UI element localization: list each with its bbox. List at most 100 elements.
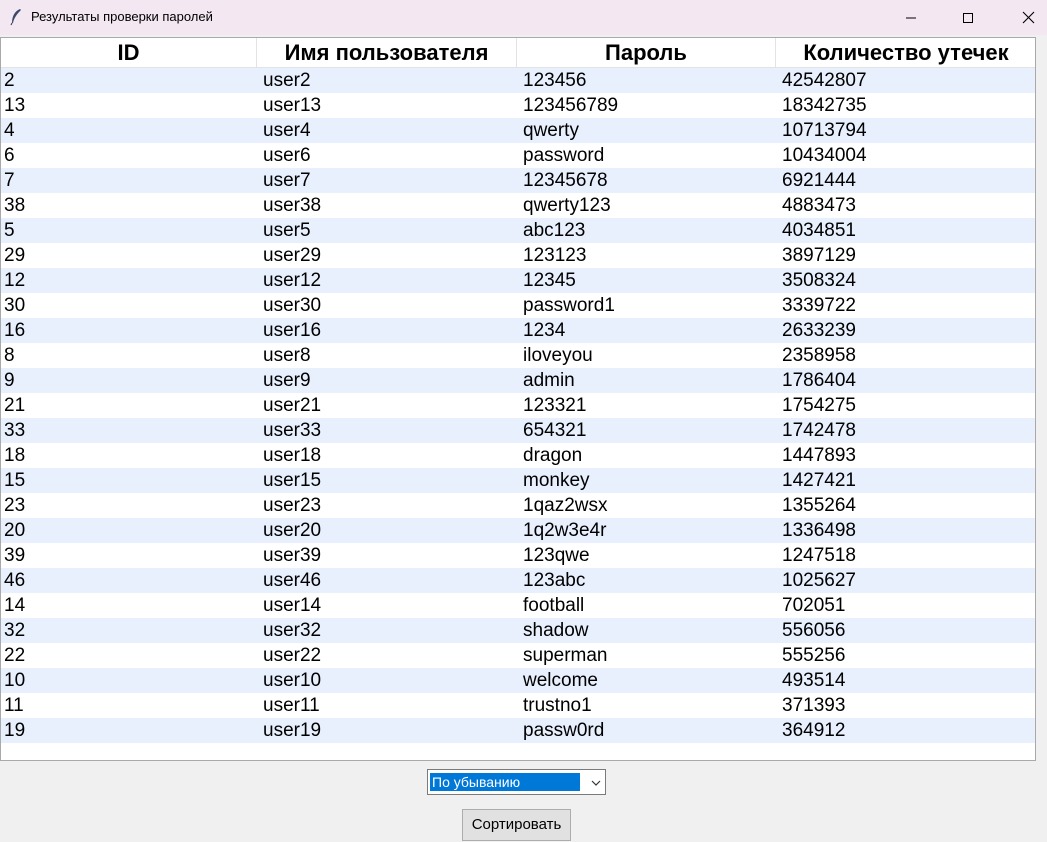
minimize-button[interactable] [888, 0, 934, 35]
vertical-scrollbar[interactable] [1036, 37, 1047, 761]
table-row[interactable]: 13 user13 123456789 18342735 [1, 93, 1035, 118]
cell-leak-count: 1754275 [782, 395, 856, 416]
column-header-username[interactable]: Имя пользователя [257, 38, 517, 68]
cell-leak-count: 4883473 [782, 195, 856, 216]
sort-order-select[interactable]: По убыванию [427, 769, 606, 795]
table-row[interactable]: 18 user18 dragon 1447893 [1, 443, 1035, 468]
cell-id: 32 [4, 620, 26, 641]
cell-username: user8 [263, 345, 311, 366]
cell-username: user30 [263, 295, 322, 316]
cell-id: 8 [4, 345, 15, 366]
cell-id: 22 [4, 645, 26, 666]
table-row[interactable]: 33 user33 654321 1742478 [1, 418, 1035, 443]
cell-username: user2 [263, 70, 311, 91]
table-row[interactable]: 14 user14 football 702051 [1, 593, 1035, 618]
cell-password: 123456 [523, 70, 587, 91]
cell-leak-count: 3339722 [782, 295, 856, 316]
cell-username: user6 [263, 145, 311, 166]
cell-password: superman [523, 645, 608, 666]
table-row[interactable]: 2 user2 123456 42542807 [1, 68, 1035, 93]
cell-leak-count: 556056 [782, 620, 846, 641]
table-row[interactable]: 39 user39 123qwe 1247518 [1, 543, 1035, 568]
chevron-down-icon[interactable] [590, 776, 602, 794]
cell-username: user7 [263, 170, 311, 191]
table-row[interactable]: 9 user9 admin 1786404 [1, 368, 1035, 393]
table-row[interactable]: 5 user5 abc123 4034851 [1, 218, 1035, 243]
cell-leak-count: 6921444 [782, 170, 856, 191]
cell-leak-count: 1786404 [782, 370, 856, 391]
cell-password: 1qaz2wsx [523, 495, 608, 516]
column-header-password[interactable]: Пароль [517, 38, 776, 68]
maximize-button[interactable] [945, 0, 991, 35]
table-row[interactable]: 46 user46 123abc 1025627 [1, 568, 1035, 593]
cell-leak-count: 4034851 [782, 220, 856, 241]
table-row[interactable]: 7 user7 12345678 6921444 [1, 168, 1035, 193]
cell-leak-count: 10713794 [782, 120, 867, 141]
cell-id: 18 [4, 445, 26, 466]
table-row[interactable]: 8 user8 iloveyou 2358958 [1, 343, 1035, 368]
cell-leak-count: 1247518 [782, 545, 856, 566]
window-title: Результаты проверки паролей [31, 9, 213, 24]
table-row[interactable]: 30 user30 password1 3339722 [1, 293, 1035, 318]
cell-password: dragon [523, 445, 583, 466]
table-row[interactable]: 16 user16 1234 2633239 [1, 318, 1035, 343]
cell-username: user12 [263, 270, 322, 291]
cell-username: user21 [263, 395, 322, 416]
table-row[interactable]: 23 user23 1qaz2wsx 1355264 [1, 493, 1035, 518]
cell-leak-count: 2358958 [782, 345, 856, 366]
cell-leak-count: 1447893 [782, 445, 856, 466]
column-header-id[interactable]: ID [1, 38, 257, 68]
cell-username: user46 [263, 570, 322, 591]
close-button[interactable] [1005, 0, 1047, 35]
cell-password: password1 [523, 295, 615, 316]
table-row[interactable]: 21 user21 123321 1754275 [1, 393, 1035, 418]
sort-button[interactable]: Сортировать [462, 809, 571, 841]
cell-leak-count: 3897129 [782, 245, 856, 266]
title-bar: Результаты проверки паролей [0, 0, 1047, 35]
cell-id: 33 [4, 420, 26, 441]
cell-id: 11 [4, 695, 24, 716]
table-row[interactable]: 22 user22 superman 555256 [1, 643, 1035, 668]
cell-id: 23 [4, 495, 26, 516]
table-row[interactable]: 19 user19 passw0rd 364912 [1, 718, 1035, 743]
cell-leak-count: 1336498 [782, 520, 856, 541]
sort-order-value: По убыванию [430, 773, 580, 791]
cell-password: 1q2w3e4r [523, 520, 607, 541]
table-row[interactable]: 12 user12 12345 3508324 [1, 268, 1035, 293]
cell-username: user23 [263, 495, 322, 516]
table-row[interactable]: 32 user32 shadow 556056 [1, 618, 1035, 643]
cell-password: 123abc [523, 570, 586, 591]
cell-id: 6 [4, 145, 15, 166]
results-table[interactable]: ID Имя пользователя Пароль Количество ут… [0, 37, 1036, 761]
cell-password: shadow [523, 620, 589, 641]
cell-id: 9 [4, 370, 15, 391]
cell-leak-count: 371393 [782, 695, 846, 716]
cell-password: qwerty123 [523, 195, 611, 216]
cell-id: 30 [4, 295, 26, 316]
cell-id: 10 [4, 670, 26, 691]
minimize-icon [906, 17, 916, 18]
cell-username: user33 [263, 420, 322, 441]
cell-username: user29 [263, 245, 322, 266]
table-row[interactable]: 38 user38 qwerty123 4883473 [1, 193, 1035, 218]
table-row[interactable]: 11 user11 trustno1 371393 [1, 693, 1035, 718]
table-row[interactable]: 29 user29 123123 3897129 [1, 243, 1035, 268]
table-row[interactable]: 10 user10 welcome 493514 [1, 668, 1035, 693]
table-row[interactable]: 15 user15 monkey 1427421 [1, 468, 1035, 493]
cell-id: 29 [4, 245, 26, 266]
cell-password: 123321 [523, 395, 587, 416]
cell-leak-count: 2633239 [782, 320, 856, 341]
table-row[interactable]: 20 user20 1q2w3e4r 1336498 [1, 518, 1035, 543]
table-row[interactable]: 6 user6 password 10434004 [1, 143, 1035, 168]
cell-password: 1234 [523, 320, 566, 341]
cell-username: user4 [263, 120, 311, 141]
cell-leak-count: 10434004 [782, 145, 867, 166]
cell-id: 12 [4, 270, 26, 291]
cell-password: password [523, 145, 605, 166]
feather-icon [9, 8, 23, 26]
table-row[interactable]: 4 user4 qwerty 10713794 [1, 118, 1035, 143]
cell-username: user32 [263, 620, 322, 641]
cell-id: 2 [4, 70, 15, 91]
cell-username: user38 [263, 195, 322, 216]
column-header-leak-count[interactable]: Количество утечек [776, 38, 1035, 68]
